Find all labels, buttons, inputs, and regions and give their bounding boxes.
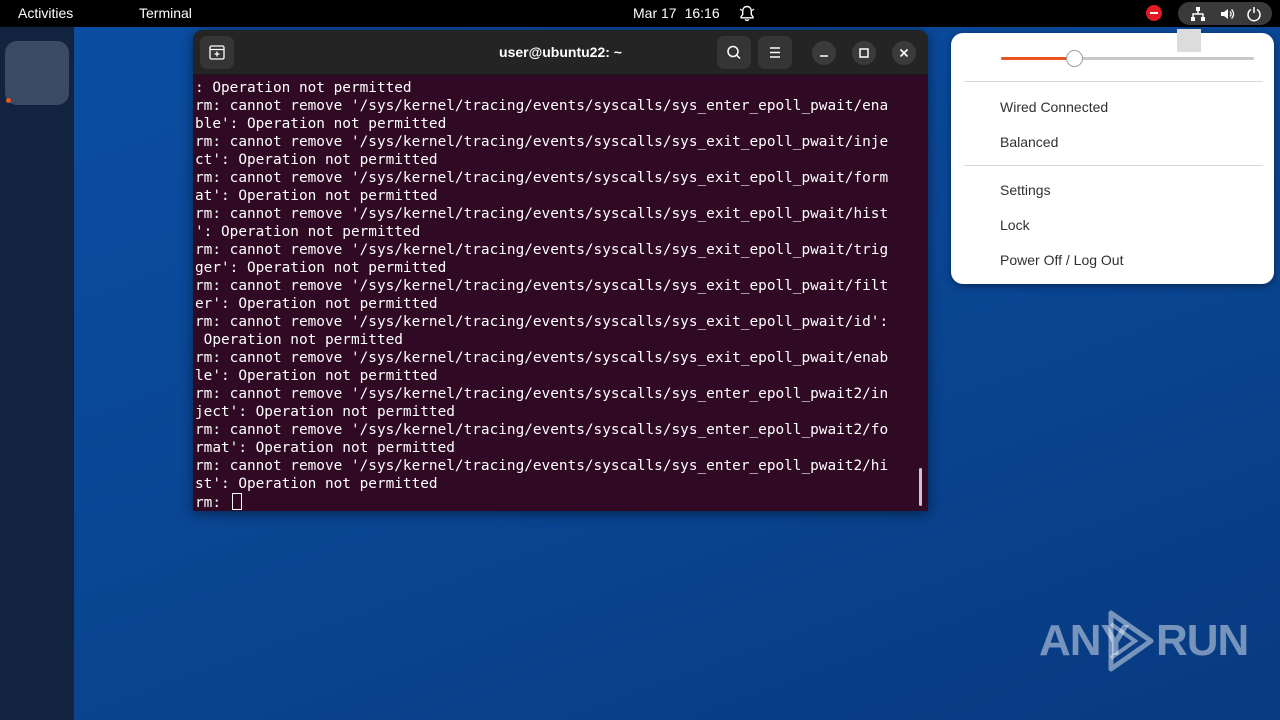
menu-button[interactable] [758, 36, 792, 69]
lock-item[interactable]: Lock [1000, 217, 1030, 233]
terminal-line: ble': Operation not permitted [195, 116, 447, 132]
terminal-line: le': Operation not permitted [195, 368, 438, 384]
terminal-line: : Operation not permitted [195, 80, 412, 96]
terminal-line: rm: cannot remove '/sys/kernel/tracing/e… [195, 98, 889, 114]
volume-slider-fill [1001, 57, 1075, 60]
volume-icon [1221, 9, 1235, 19]
search-button[interactable] [717, 36, 751, 69]
power-off-item[interactable]: Power Off / Log Out [1000, 252, 1123, 268]
minimize-icon [820, 55, 828, 57]
top-bar: Activities Terminal Mar 17 16:16 [0, 0, 1280, 27]
running-indicator [6, 98, 11, 103]
menu-separator [964, 81, 1263, 82]
terminal-line: ': Operation not permitted [195, 224, 421, 240]
system-status-menu[interactable] [1178, 2, 1272, 25]
app-menu-button[interactable]: Terminal [139, 5, 192, 21]
power-icon [1247, 7, 1261, 22]
terminal-line: ct': Operation not permitted [195, 152, 438, 168]
menu-separator [964, 165, 1263, 166]
terminal-headerbar[interactable]: user@ubuntu22: ~ [193, 30, 928, 75]
terminal-line: rm: cannot remove '/sys/kernel/tracing/e… [195, 206, 889, 222]
date-label: Mar 17 [633, 5, 677, 21]
terminal-line: rm: cannot remove '/sys/kernel/tracing/e… [195, 278, 889, 294]
minimize-button[interactable] [812, 41, 836, 65]
anyrun-watermark: ANY RUN [1039, 610, 1249, 672]
terminal-prompt: rm: [195, 495, 230, 511]
terminal-line: er': Operation not permitted [195, 296, 438, 312]
watermark-right: RUN [1156, 616, 1249, 665]
quick-settings-menu: Wired Connected Balanced Settings Lock P… [951, 29, 1274, 284]
terminal-line: rm: cannot remove '/sys/kernel/tracing/e… [195, 386, 889, 402]
close-icon [899, 48, 909, 58]
terminal-line: st': Operation not permitted [195, 476, 438, 492]
terminal-line: rm: cannot remove '/sys/kernel/tracing/e… [195, 134, 889, 150]
power-mode-item[interactable]: Balanced [1000, 134, 1058, 150]
network-wired-icon [1191, 7, 1205, 21]
terminal-line: rm: cannot remove '/sys/kernel/tracing/e… [195, 242, 889, 258]
activities-button[interactable]: Activities [18, 5, 73, 21]
maximize-button[interactable] [852, 41, 876, 65]
terminal-window[interactable]: user@ubuntu22: ~ : Operation not permitt… [193, 30, 928, 511]
terminal-line: rm: cannot remove '/sys/kernel/tracing/e… [195, 170, 889, 186]
close-button[interactable] [892, 41, 916, 65]
settings-item[interactable]: Settings [1000, 182, 1051, 198]
terminal-line: rm: cannot remove '/sys/kernel/tracing/e… [195, 350, 889, 366]
volume-slider[interactable] [1001, 57, 1254, 60]
terminal-line: rm: cannot remove '/sys/kernel/tracing/e… [195, 314, 889, 330]
notification-bell-icon[interactable] [739, 5, 755, 22]
clock-button[interactable]: Mar 17 16:16 [633, 5, 720, 21]
terminal-line: rm: cannot remove '/sys/kernel/tracing/e… [195, 458, 889, 474]
maximize-icon [859, 48, 869, 58]
do-not-disturb-icon[interactable] [1146, 5, 1162, 21]
terminal-output[interactable]: : Operation not permitted rm: cannot remo… [193, 75, 928, 511]
terminal-line: ject': Operation not permitted [195, 404, 455, 420]
terminal-line: at': Operation not permitted [195, 188, 438, 204]
dock-app-terminal[interactable] [5, 41, 69, 105]
hamburger-menu-icon [770, 47, 780, 58]
dock [0, 27, 74, 720]
terminal-line: ger': Operation not permitted [195, 260, 447, 276]
volume-slider-knob[interactable] [1066, 50, 1084, 67]
text-cursor [231, 493, 242, 510]
terminal-prompt-line: rm: [195, 493, 928, 511]
terminal-scrollbar[interactable] [919, 468, 922, 506]
menu-arrow [1177, 29, 1201, 52]
terminal-line: rm: cannot remove '/sys/kernel/tracing/e… [195, 422, 889, 438]
terminal-line: rmat': Operation not permitted [195, 440, 455, 456]
search-icon [727, 45, 741, 60]
play-logo-icon [1108, 610, 1154, 672]
terminal-line: Operation not permitted [195, 332, 403, 348]
wired-connected-item[interactable]: Wired Connected [1000, 99, 1108, 115]
time-label: 16:16 [684, 5, 720, 21]
